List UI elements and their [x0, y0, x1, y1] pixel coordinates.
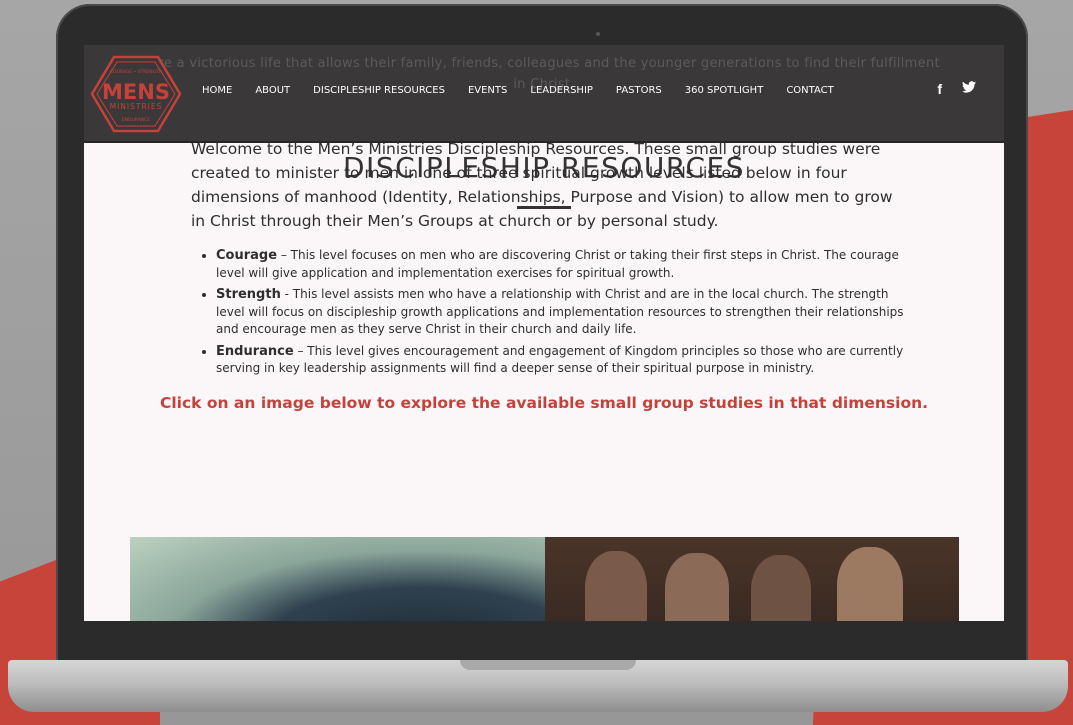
nav-about[interactable]: ABOUT: [255, 85, 290, 96]
dimension-image-fingertip[interactable]: [130, 537, 545, 621]
level-name: Endurance: [216, 343, 294, 359]
laptop-base: [8, 660, 1068, 712]
list-item-strength: Strength - This level assists men who ha…: [216, 286, 916, 339]
level-description: – This level gives encouragement and eng…: [216, 343, 904, 376]
nav-pastors[interactable]: PASTORS: [616, 85, 662, 96]
logo-bottom-ring-text: ENDURANCE: [122, 117, 150, 123]
level-name: Strength: [216, 287, 281, 302]
level-description: – This level focuses on men who are disc…: [216, 248, 899, 280]
twitter-icon[interactable]: [962, 81, 976, 93]
nav-leadership[interactable]: LEADERSHIP: [530, 85, 593, 96]
photo-person: [585, 551, 647, 621]
browser-viewport: live a victorious life that allows their…: [84, 45, 1004, 621]
mens-ministries-logo[interactable]: COURAGE • STRENGTH MENS MINISTRIES ENDUR…: [90, 55, 182, 133]
photo-person: [837, 547, 903, 621]
dimension-image-group-of-men[interactable]: [545, 537, 959, 621]
list-item-courage: Courage – This level focuses on men who …: [216, 247, 916, 282]
nav-discipleship-resources[interactable]: DISCIPLESHIP RESOURCES: [313, 85, 445, 96]
call-to-action: Click on an image below to explore the a…: [159, 394, 929, 412]
nav-home[interactable]: HOME: [202, 85, 232, 96]
logo-main-text: MENS: [102, 80, 170, 104]
nav-contact[interactable]: CONTACT: [786, 85, 833, 96]
facebook-icon[interactable]: f: [937, 81, 942, 97]
logo-top-ring-text: COURAGE • STRENGTH: [110, 69, 162, 75]
laptop-opening-notch: [460, 660, 636, 670]
photo-person: [751, 555, 811, 621]
intro-paragraph: Welcome to the Men’s Ministries Disciple…: [191, 140, 893, 230]
main-nav: HOME ABOUT DISCIPLESHIP RESOURCES EVENTS…: [202, 85, 857, 96]
nav-360-spotlight[interactable]: 360 SPOTLIGHT: [685, 85, 764, 96]
social-links: f: [937, 81, 976, 97]
list-item-endurance: Endurance – This level gives encourageme…: [216, 343, 916, 378]
levels-list: Courage – This level focuses on men who …: [199, 247, 916, 382]
site-header: live a victorious life that allows their…: [84, 45, 1004, 143]
nav-events[interactable]: EVENTS: [468, 85, 507, 96]
level-description: - This level assists men who have a rela…: [216, 287, 904, 336]
level-name: Courage: [216, 248, 278, 263]
webcam-icon: [596, 32, 600, 36]
photo-person: [665, 553, 729, 621]
logo-sub-text: MINISTRIES: [110, 102, 163, 111]
